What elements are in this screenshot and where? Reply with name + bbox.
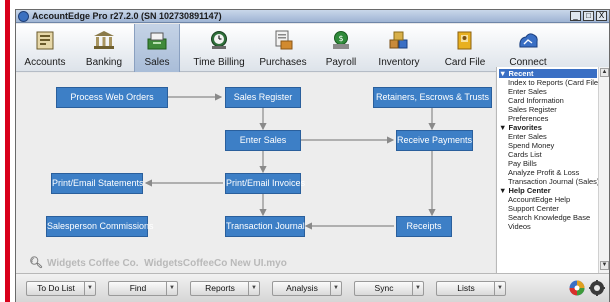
- toolbar-label: Payroll: [325, 57, 357, 68]
- button-label: Find: [129, 283, 147, 293]
- chevron-down-icon[interactable]: ▼: [412, 282, 423, 295]
- button-label: Analysis: [286, 283, 318, 293]
- sales-flowchart: Process Web Orders Sales Register Retain…: [16, 73, 495, 273]
- toolbar-accounts[interactable]: Accounts: [18, 24, 72, 72]
- lists-button[interactable]: Lists ▼: [436, 281, 506, 296]
- sidebar-item[interactable]: Videos: [508, 222, 531, 231]
- sidebar-item[interactable]: Support Center: [508, 204, 559, 213]
- sidebar-item[interactable]: AccountEdge Help: [508, 195, 570, 204]
- close-button[interactable]: X: [596, 11, 607, 21]
- chevron-down-icon[interactable]: ▼: [330, 282, 341, 295]
- sidebar-item[interactable]: Search Knowledge Base: [508, 213, 590, 222]
- toolbar-label: Banking: [85, 57, 123, 68]
- banking-icon: [94, 31, 114, 49]
- toolbar-purchases[interactable]: Purchases: [254, 24, 312, 72]
- scroll-up-icon[interactable]: ▲: [600, 68, 609, 77]
- sidebar-scrollbar[interactable]: ▲ ▼: [598, 67, 609, 273]
- card-file-icon: [457, 31, 472, 50]
- enter-sales-button[interactable]: Enter Sales: [225, 130, 301, 151]
- sidebar-item[interactable]: Transaction Journal (Sales): [508, 177, 599, 186]
- sidebar-item[interactable]: Preferences: [508, 114, 548, 123]
- toolbar-label: Purchases: [259, 57, 307, 68]
- transaction-journal-button[interactable]: Transaction Journal: [225, 216, 305, 237]
- toolbar-connect[interactable]: Connect: [500, 24, 556, 72]
- receive-payments-button[interactable]: Receive Payments: [396, 130, 473, 151]
- screen: AccountEdge Pro r27.2.0 (SN 102730891147…: [0, 0, 610, 302]
- button-label: To Do List: [37, 283, 75, 293]
- sidebar-item[interactable]: Cards List: [508, 150, 542, 159]
- search-icon[interactable]: 🔍︎: [29, 256, 43, 269]
- sync-button[interactable]: Sync ▼: [354, 281, 424, 296]
- sidebar-item[interactable]: Pay Bills: [508, 159, 537, 168]
- toolbar-label: Sales: [144, 57, 170, 68]
- to-do-list-button[interactable]: To Do List ▼: [26, 281, 96, 296]
- toolbar-banking[interactable]: Banking: [79, 24, 129, 72]
- print-email-statements-button[interactable]: Print/Email Statements: [51, 173, 144, 194]
- sidebar-item[interactable]: Card Information: [508, 96, 564, 105]
- toolbar-card-file[interactable]: Card File: [435, 24, 495, 72]
- app-logo-icon: [18, 11, 29, 22]
- toolbar-label: Time Billing: [193, 57, 245, 68]
- red-stripe: [5, 0, 10, 302]
- find-button[interactable]: Find ▼: [108, 281, 178, 296]
- receipts-button[interactable]: Receipts: [396, 216, 452, 237]
- company-file-name: WidgetsCoffeeCo New UI.myo: [144, 258, 287, 269]
- chevron-down-icon[interactable]: ▼: [248, 282, 259, 295]
- color-wheel-icon[interactable]: [569, 280, 585, 296]
- button-label: Reports: [205, 283, 235, 293]
- sidebar-heading-label: Help Center: [508, 186, 551, 195]
- sidebar-item[interactable]: Index to Reports (Card File): [508, 78, 601, 87]
- connect-icon: [519, 33, 538, 48]
- salesperson-commissions-button[interactable]: Salesperson Commissions: [46, 216, 154, 237]
- print-email-invoices-button[interactable]: Print/Email Invoices: [225, 173, 305, 194]
- title-bar: AccountEdge Pro r27.2.0 (SN 102730891147…: [16, 10, 609, 23]
- sidebar-item[interactable]: Enter Sales: [508, 132, 547, 141]
- sidebar-heading-label: Favorites: [508, 123, 542, 132]
- toolbar-label: Accounts: [24, 57, 66, 68]
- reports-button[interactable]: Reports ▼: [190, 281, 260, 296]
- payroll-icon: $: [333, 31, 349, 49]
- sidebar-item[interactable]: Analyze Profit & Loss: [508, 168, 579, 177]
- sidebar-item[interactable]: Spend Money: [508, 141, 554, 150]
- button-label: Sync: [374, 283, 394, 293]
- sales-icon: [147, 32, 167, 50]
- company-file-label: 🔍︎ Widgets Coffee Co. WidgetsCoffeeCo New…: [29, 256, 287, 269]
- maximize-button[interactable]: □: [583, 11, 594, 21]
- toolbar-label: Inventory: [378, 57, 420, 68]
- sidebar-heading-help-center[interactable]: ▼ Help Center: [499, 186, 551, 195]
- sidebar-heading-favorites[interactable]: ▼ Favorites: [499, 123, 542, 132]
- toolbar-time-billing[interactable]: Time Billing: [187, 24, 251, 72]
- sidebar-item[interactable]: Sales Register: [508, 105, 557, 114]
- bottom-command-bar: To Do List ▼ Find ▼ Reports ▼ Analysis ▼…: [16, 273, 609, 302]
- window-title: AccountEdge Pro r27.2.0 (SN 102730891147…: [32, 11, 222, 21]
- app-window: AccountEdge Pro r27.2.0 (SN 102730891147…: [15, 9, 610, 302]
- scroll-down-icon[interactable]: ▼: [600, 261, 609, 270]
- module-toolbar: Accounts Banking Sales Time Billing Purc…: [16, 24, 609, 72]
- chevron-down-icon[interactable]: ▼: [166, 282, 177, 295]
- sales-register-button[interactable]: Sales Register: [225, 87, 301, 108]
- chevron-down-icon[interactable]: ▼: [494, 282, 505, 295]
- inventory-icon: [389, 31, 408, 49]
- button-label: Lists: [457, 283, 475, 293]
- chevron-down-icon[interactable]: ▼: [84, 282, 95, 295]
- toolbar-payroll[interactable]: $ Payroll: [317, 24, 365, 72]
- process-web-orders-button[interactable]: Process Web Orders: [56, 87, 168, 108]
- toolbar-label: Card File: [444, 57, 486, 68]
- accounts-icon: [36, 31, 54, 50]
- shortcuts-sidebar: ▼ Recent Index to Reports (Card File) En…: [496, 67, 609, 273]
- company-name: Widgets Coffee Co.: [46, 258, 139, 269]
- left-red-bar: [0, 0, 11, 302]
- sidebar-heading-recent[interactable]: ▼ Recent: [499, 69, 597, 78]
- analysis-button[interactable]: Analysis ▼: [272, 281, 342, 296]
- retainers-escrows-trusts-button[interactable]: Retainers, Escrows & Trusts: [373, 87, 492, 108]
- minimize-button[interactable]: _: [570, 11, 581, 21]
- toolbar-inventory[interactable]: Inventory: [370, 24, 428, 72]
- sidebar-item[interactable]: Enter Sales: [508, 87, 547, 96]
- time-billing-icon: [211, 31, 227, 49]
- settings-gear-icon[interactable]: [589, 280, 605, 296]
- purchases-icon: [275, 30, 293, 50]
- toolbar-sales[interactable]: Sales: [134, 24, 180, 72]
- svg-text:$: $: [338, 34, 343, 43]
- sidebar-heading-label: Recent: [508, 69, 534, 78]
